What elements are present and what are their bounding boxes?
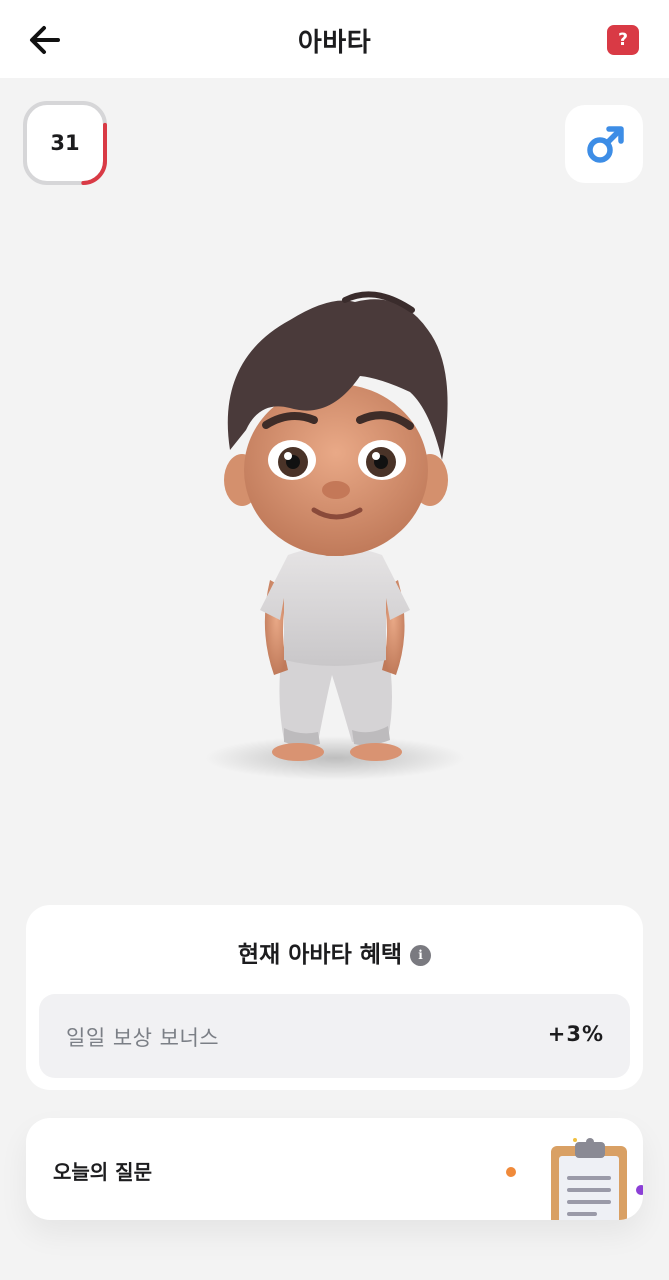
page-title: 아바타 <box>297 28 372 58</box>
benefit-row-daily-bonus: 일일 보상 보너스 +3% <box>39 994 630 1078</box>
benefits-title-text: 현재 아바타 혜택 <box>237 942 403 968</box>
gender-toggle-button[interactable] <box>565 105 643 183</box>
clipboard-icon <box>506 1138 643 1220</box>
info-icon[interactable]: i <box>410 945 432 966</box>
benefits-heading: 현재 아바타 혜택 i <box>26 935 643 969</box>
benefit-value: +3% <box>547 1022 604 1046</box>
app-root: 아바타 ? 31 현재 아바타 혜택 i 일일 보상 보너스 +3% 오늘의 질… <box>0 0 669 1280</box>
avatar-benefits-card: 현재 아바타 혜택 i 일일 보상 보너스 +3% <box>26 905 643 1090</box>
level-progress-ring[interactable] <box>22 100 108 186</box>
daily-question-label: 오늘의 질문 <box>53 1160 152 1184</box>
avatar-character <box>205 291 465 780</box>
male-symbol-icon <box>587 126 624 163</box>
benefit-label: 일일 보상 보너스 <box>66 1026 220 1050</box>
help-button[interactable]: ? <box>607 25 639 55</box>
daily-question-card[interactable]: 오늘의 질문 <box>26 1118 643 1220</box>
top-bar: 아바타 ? <box>0 0 669 78</box>
